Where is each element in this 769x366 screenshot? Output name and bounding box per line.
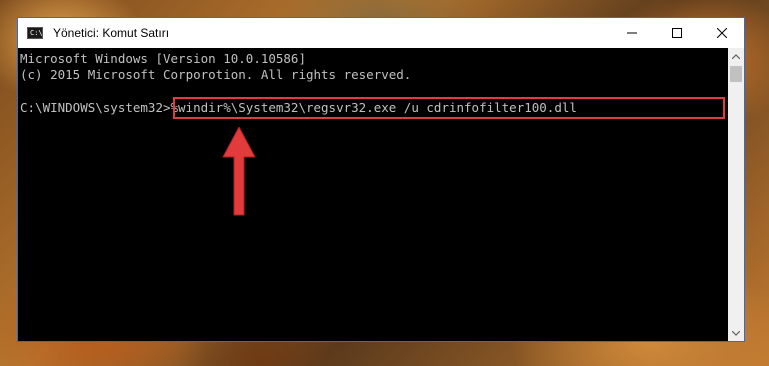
chevron-up-icon bbox=[732, 53, 740, 59]
console-output[interactable]: Microsoft Windows [Version 10.0.10586] (… bbox=[18, 48, 728, 341]
scroll-up-button[interactable] bbox=[728, 48, 744, 64]
close-button[interactable] bbox=[699, 18, 744, 48]
maximize-icon bbox=[671, 28, 682, 38]
scrollbar-thumb[interactable] bbox=[730, 66, 742, 82]
cmd-icon-label: C:\ bbox=[30, 29, 43, 37]
minimize-button[interactable] bbox=[609, 18, 654, 48]
maximize-button[interactable] bbox=[654, 18, 699, 48]
console-line-copyright: (c) 2015 Microsoft Corporotion. All righ… bbox=[20, 67, 412, 82]
scroll-down-button[interactable] bbox=[728, 325, 744, 341]
console-line-version: Microsoft Windows [Version 10.0.10586] bbox=[20, 51, 306, 66]
close-icon bbox=[716, 28, 727, 38]
vertical-scrollbar[interactable] bbox=[728, 48, 744, 341]
red-arrow-icon bbox=[222, 127, 256, 216]
window-title: Yönetici: Komut Satırı bbox=[53, 26, 170, 40]
title-bar[interactable]: C:\ Yönetici: Komut Satırı bbox=[18, 18, 744, 48]
cmd-icon[interactable]: C:\ bbox=[27, 27, 43, 39]
prompt: C:\WINDOWS\system32> bbox=[20, 100, 171, 115]
command-prompt-window: C:\ Yönetici: Komut Satırı Microsoft Win… bbox=[17, 17, 745, 342]
command-highlight-box bbox=[173, 97, 725, 119]
minimize-icon bbox=[626, 32, 637, 34]
chevron-down-icon bbox=[732, 330, 740, 336]
